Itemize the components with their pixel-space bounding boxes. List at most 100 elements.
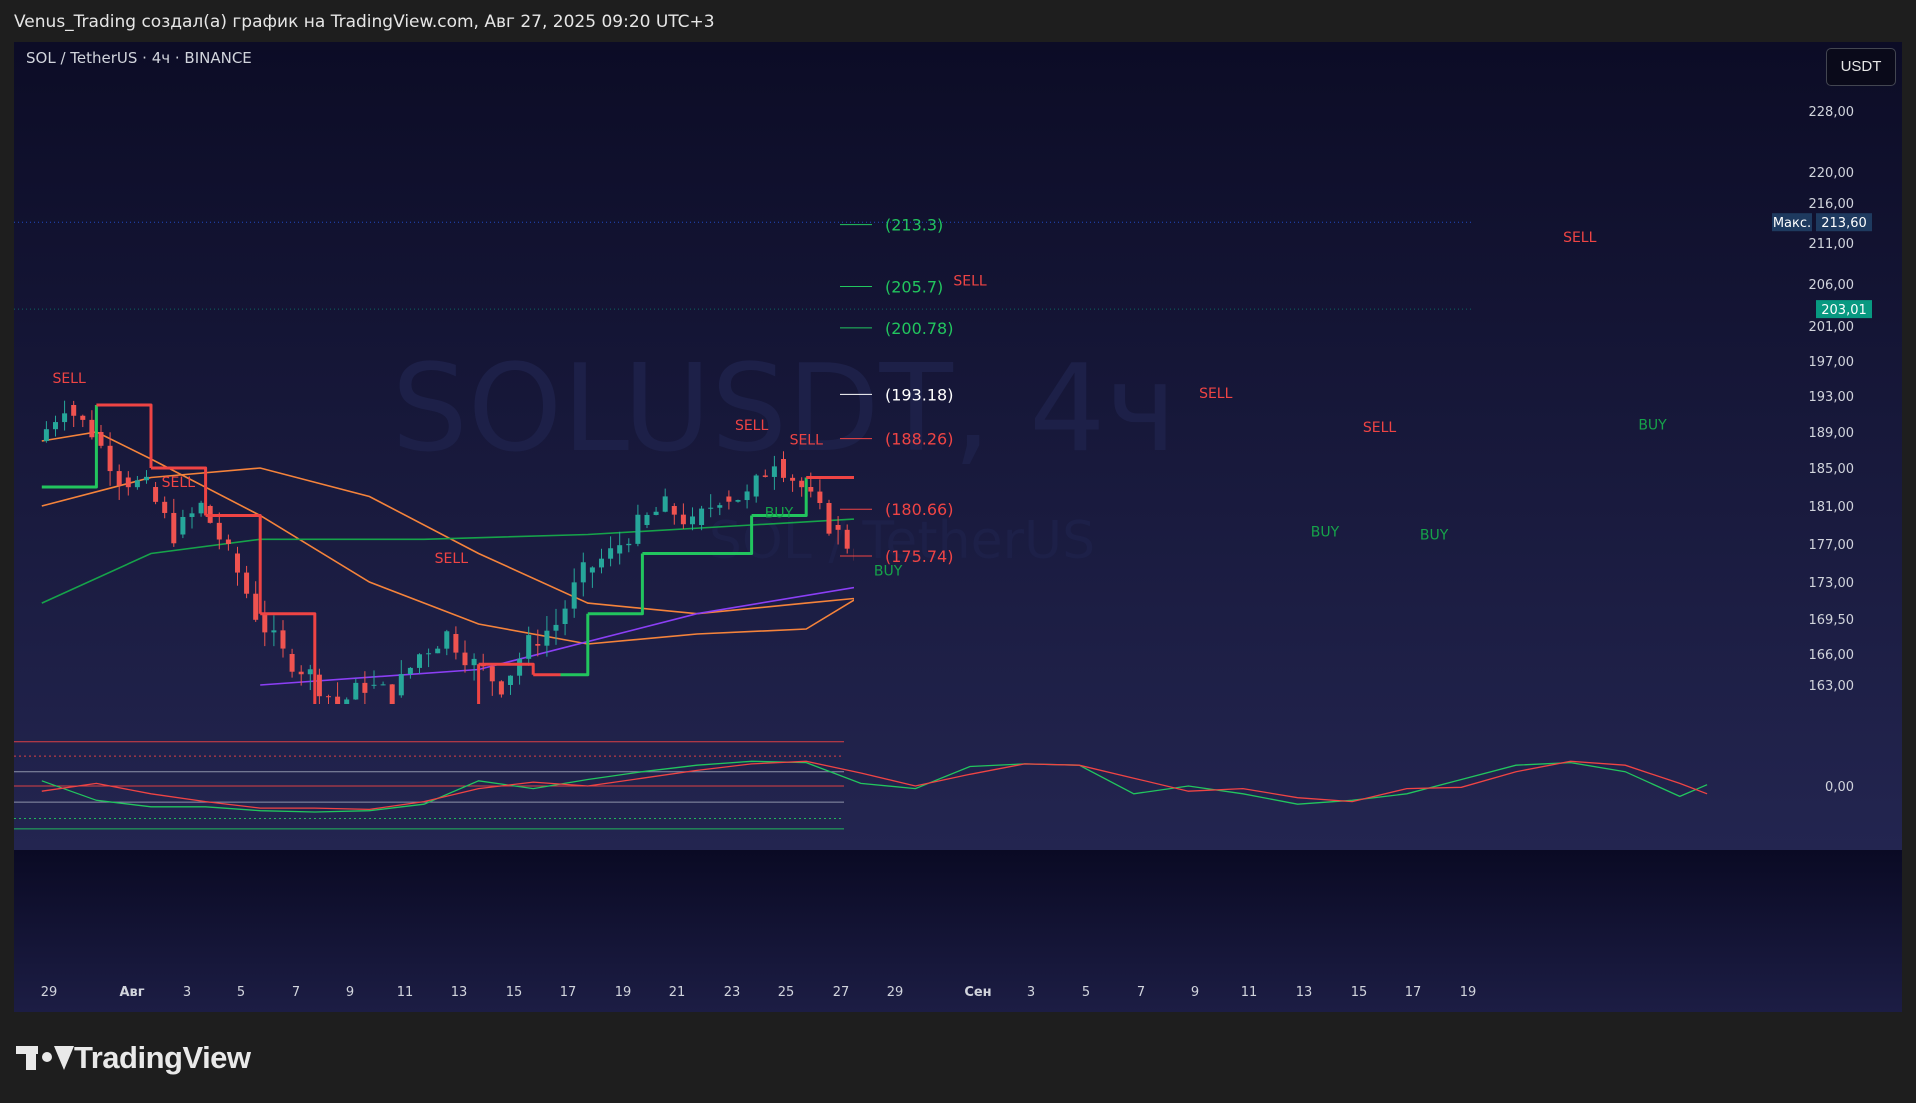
candle-body bbox=[671, 506, 677, 515]
signal-sell-13: SELL bbox=[1563, 230, 1597, 246]
candle-body bbox=[526, 635, 532, 659]
candle-body bbox=[571, 582, 577, 609]
symbol-line: SOL / TetherUS · 4ч · BINANCE bbox=[26, 49, 252, 67]
signal-sell-11: SELL bbox=[1363, 420, 1397, 436]
price-chart[interactable]: SOLUSDT, 4ч SOL / TetherUS SOL / TetherU… bbox=[14, 42, 1902, 1012]
level-label-5: (188.26) bbox=[885, 430, 953, 449]
price-tick-4: 211,00 bbox=[1809, 237, 1855, 252]
tradingview-wordmark: TradingView bbox=[74, 1040, 251, 1075]
level-label-1: (213.3) bbox=[885, 216, 943, 235]
time-label-9: 15 bbox=[506, 985, 523, 1000]
candle-body bbox=[644, 514, 650, 525]
candle-body bbox=[134, 480, 140, 488]
signal-sell-9: SELL bbox=[1199, 386, 1233, 402]
candle-body bbox=[835, 525, 841, 530]
candle-body bbox=[353, 682, 359, 700]
last-price-value: 203,01 bbox=[1821, 303, 1867, 318]
candle-body bbox=[262, 613, 268, 633]
candle-body bbox=[62, 413, 68, 423]
candle-body bbox=[289, 654, 295, 672]
candle-body bbox=[817, 491, 823, 504]
time-label-16: 29 bbox=[887, 985, 904, 1000]
candle-body bbox=[544, 630, 550, 646]
candle-body bbox=[234, 553, 240, 573]
time-label-19: 5 bbox=[1082, 985, 1090, 1000]
candle-body bbox=[826, 503, 832, 534]
candle-body bbox=[253, 593, 259, 620]
time-label-12: 21 bbox=[669, 985, 686, 1000]
time-label-10: 17 bbox=[560, 985, 577, 1000]
candle-body bbox=[171, 512, 177, 544]
candle-body bbox=[462, 652, 468, 666]
max-label: Макс. bbox=[1773, 216, 1811, 231]
candle-body bbox=[726, 496, 732, 502]
tradingview-mark-icon bbox=[16, 1042, 74, 1074]
level-label-7: (175.74) bbox=[885, 547, 953, 566]
candle-body bbox=[216, 522, 222, 540]
time-label-23: 13 bbox=[1296, 985, 1313, 1000]
signal-buy-6: BUY bbox=[765, 505, 794, 521]
time-label-1: 29 bbox=[41, 985, 58, 1000]
level-label-4: (193.18) bbox=[885, 385, 953, 404]
time-label-18: 3 bbox=[1027, 985, 1035, 1000]
time-label-14: 25 bbox=[778, 985, 795, 1000]
time-label-25: 17 bbox=[1405, 985, 1422, 1000]
time-label-20: 7 bbox=[1137, 985, 1145, 1000]
signal-buy-14: BUY bbox=[1638, 417, 1667, 433]
price-tick-15: 166,00 bbox=[1809, 648, 1855, 663]
time-label-17: Сен bbox=[964, 985, 991, 1000]
candle-body bbox=[799, 480, 805, 488]
candle-body bbox=[380, 684, 386, 686]
candle-body bbox=[389, 684, 395, 704]
signal-buy-10: BUY bbox=[1311, 524, 1340, 540]
candle-body bbox=[416, 654, 422, 668]
candle-body bbox=[143, 476, 149, 481]
time-label-15: 27 bbox=[833, 985, 850, 1000]
candle-body bbox=[553, 624, 559, 631]
candle-body bbox=[307, 669, 313, 675]
time-label-4: 5 bbox=[237, 985, 245, 1000]
signal-sell-3: SELL bbox=[435, 551, 469, 567]
header-bar: Venus_Trading создал(а) график на Tradin… bbox=[0, 0, 1916, 42]
time-label-21: 9 bbox=[1191, 985, 1199, 1000]
time-label-7: 11 bbox=[397, 985, 414, 1000]
signal-sell-5: SELL bbox=[790, 433, 824, 449]
price-tick-10: 185,00 bbox=[1809, 462, 1855, 477]
candle-body bbox=[189, 513, 195, 517]
price-tick-8: 193,00 bbox=[1809, 390, 1855, 405]
candle-body bbox=[453, 634, 459, 653]
price-tick-9: 189,00 bbox=[1809, 426, 1855, 441]
candle-body bbox=[280, 630, 286, 649]
candle-body bbox=[435, 648, 441, 654]
time-label-8: 13 bbox=[451, 985, 468, 1000]
time-label-22: 11 bbox=[1241, 985, 1258, 1000]
price-tick-14: 169,50 bbox=[1809, 613, 1855, 628]
candle-body bbox=[316, 674, 322, 697]
candle-body bbox=[617, 545, 623, 554]
candle-body bbox=[735, 500, 741, 502]
price-tick-7: 197,00 bbox=[1809, 355, 1855, 370]
max-value: 213,60 bbox=[1821, 216, 1867, 231]
signal-buy-12: BUY bbox=[1420, 527, 1449, 543]
candle-body bbox=[589, 567, 595, 573]
tradingview-logo[interactable]: TradingView bbox=[16, 1040, 251, 1076]
chart-frame[interactable]: SOLUSDT, 4ч SOL / TetherUS SOL / TetherU… bbox=[14, 42, 1902, 1012]
candle-body bbox=[753, 475, 759, 497]
candle-body bbox=[844, 529, 850, 549]
candle-body bbox=[362, 682, 368, 693]
candle-body bbox=[71, 405, 77, 416]
candle-body bbox=[162, 501, 168, 513]
candle-body bbox=[717, 505, 723, 508]
price-tick-6: 201,00 bbox=[1809, 320, 1855, 335]
candle-body bbox=[562, 608, 568, 624]
price-tick-1: 228,00 bbox=[1809, 105, 1855, 120]
candle-body bbox=[708, 507, 714, 509]
time-label-3: 3 bbox=[183, 985, 191, 1000]
candle-body bbox=[271, 630, 277, 633]
time-label-6: 9 bbox=[346, 985, 354, 1000]
price-tick-3: 216,00 bbox=[1809, 197, 1855, 212]
currency-button[interactable]: USDT bbox=[1826, 48, 1896, 86]
candle-body bbox=[689, 516, 695, 525]
candle-body bbox=[498, 681, 504, 695]
candle-body bbox=[790, 477, 796, 481]
